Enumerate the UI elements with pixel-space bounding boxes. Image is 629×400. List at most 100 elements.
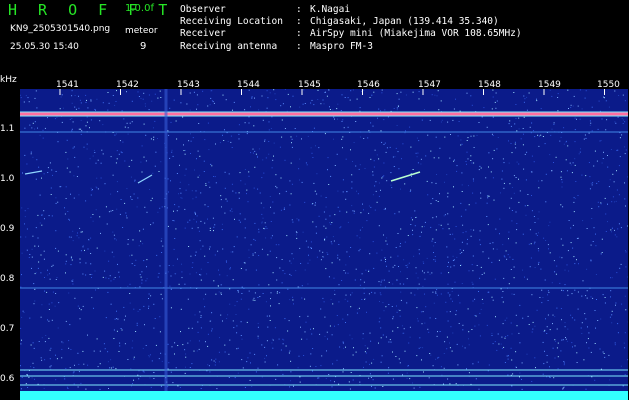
noise-speck [610,277,611,279]
noise-speck [261,344,263,346]
noise-speck [368,205,370,207]
noise-speck [485,177,487,179]
noise-speck [430,354,432,356]
noise-speck [568,108,569,109]
noise-speck [620,263,622,265]
noise-speck [264,140,266,142]
noise-speck [126,122,128,124]
noise-speck [621,118,623,120]
noise-speck [573,256,575,258]
noise-speck [615,304,616,306]
noise-speck [593,165,595,167]
noise-speck [324,239,325,241]
noise-speck [567,250,569,252]
noise-speck [503,346,505,348]
noise-speck [561,319,562,321]
noise-speck [37,237,39,239]
noise-speck [627,359,628,361]
noise-speck [493,149,495,151]
noise-speck [557,342,559,344]
noise-speck [606,119,608,121]
noise-speck [538,180,539,182]
noise-speck [132,239,134,241]
noise-speck [172,155,174,157]
noise-speck [320,259,322,261]
noise-speck [607,203,608,205]
noise-speck [205,341,206,343]
noise-speck [21,207,23,209]
noise-speck [461,283,463,284]
noise-speck [591,218,593,219]
noise-speck [215,358,217,360]
noise-speck [369,332,371,334]
noise-speck [104,250,106,252]
noise-speck [385,259,386,260]
noise-speck [480,266,482,268]
noise-speck [515,211,517,213]
noise-speck [185,168,187,170]
noise-speck [36,107,38,109]
noise-speck [24,210,26,212]
noise-speck [212,217,214,219]
noise-speck [502,301,504,303]
noise-speck [346,251,348,253]
noise-speck [299,247,301,249]
noise-speck [399,245,401,247]
noise-speck [363,292,365,294]
noise-speck [209,246,211,248]
noise-speck [185,356,187,358]
noise-speck [117,318,119,320]
noise-speck [471,104,473,106]
noise-speck [268,141,270,142]
noise-speck [117,191,119,193]
noise-speck [292,299,294,301]
noise-speck [150,224,152,226]
noise-speck [616,170,617,172]
noise-speck [158,272,160,274]
noise-speck [601,252,603,253]
noise-speck [436,289,438,291]
noise-speck [78,371,80,373]
noise-speck [244,122,246,124]
noise-speck [220,314,222,316]
noise-speck [601,238,603,240]
noise-speck [38,261,40,263]
noise-speck [396,305,397,307]
noise-speck [561,339,563,341]
noise-speck [492,135,494,136]
info-separator: : [296,40,302,52]
noise-speck [187,342,189,344]
noise-speck [281,119,283,121]
noise-speck [342,342,344,344]
noise-speck [586,342,587,344]
noise-speck [290,275,292,276]
noise-speck [267,254,269,256]
noise-speck [542,297,544,298]
noise-speck [236,236,238,238]
noise-speck [388,367,390,369]
noise-speck [408,342,410,344]
noise-speck [389,339,391,341]
noise-speck [492,343,494,345]
noise-speck [440,224,442,226]
noise-speck [331,222,333,223]
noise-speck [226,200,228,202]
noise-speck [576,259,577,261]
noise-speck [527,194,529,195]
noise-speck [452,300,453,302]
noise-speck [432,291,434,293]
noise-speck [261,213,263,215]
noise-speck [34,273,36,275]
noise-speck [413,387,415,389]
noise-speck [453,265,455,267]
noise-speck [473,135,475,137]
noise-speck [440,100,442,102]
noise-speck [179,188,181,190]
noise-speck [531,331,533,333]
noise-speck [47,167,49,169]
noise-speck [185,149,186,151]
noise-speck [80,134,82,135]
noise-speck [412,169,414,170]
noise-speck [523,133,524,135]
noise-speck [84,249,85,251]
